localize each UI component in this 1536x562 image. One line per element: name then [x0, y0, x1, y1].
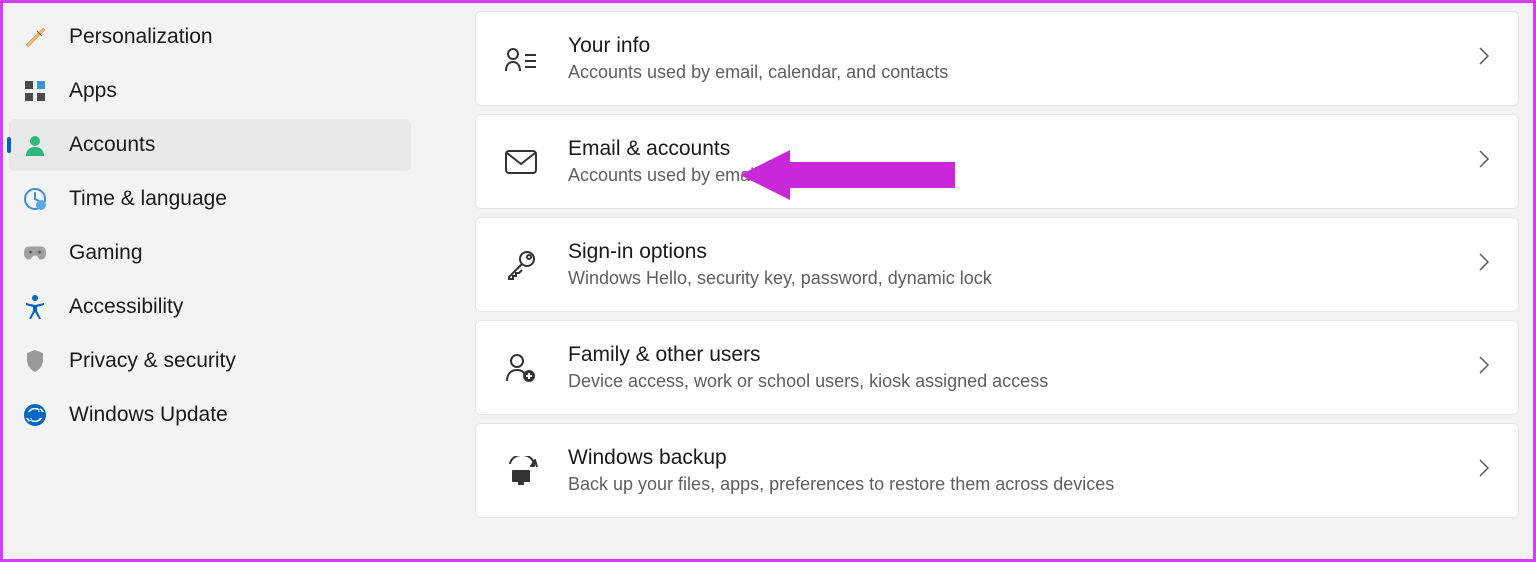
chevron-right-icon [1478, 355, 1490, 380]
card-sign-in-options[interactable]: Sign-in options Windows Hello, security … [475, 217, 1519, 312]
card-description: Back up your files, apps, preferences to… [568, 474, 1448, 495]
sidebar-item-label: Apps [69, 79, 117, 103]
sidebar-item-windows-update[interactable]: Windows Update [9, 389, 411, 441]
card-text: Email & accounts Accounts used by email,… [568, 137, 1448, 186]
card-windows-backup[interactable]: Windows backup Back up your files, apps,… [475, 423, 1519, 518]
card-description: Device access, work or school users, kio… [568, 371, 1448, 392]
sidebar-item-personalization[interactable]: Personalization [9, 11, 411, 63]
key-icon [504, 248, 538, 282]
settings-sidebar: Personalization Apps Accounts Time & lan… [3, 3, 419, 559]
card-text: Family & other users Device access, work… [568, 343, 1448, 392]
sidebar-item-label: Personalization [69, 25, 213, 49]
card-text: Your info Accounts used by email, calend… [568, 34, 1448, 83]
sidebar-item-accounts[interactable]: Accounts [9, 119, 411, 171]
card-description: Windows Hello, security key, password, d… [568, 268, 1448, 289]
card-email-accounts[interactable]: Email & accounts Accounts used by email,… [475, 114, 1519, 209]
update-sync-icon [23, 403, 47, 427]
card-text: Windows backup Back up your files, apps,… [568, 446, 1448, 495]
settings-main-panel: Your info Accounts used by email, calend… [419, 3, 1533, 559]
sidebar-item-label: Gaming [69, 241, 143, 265]
chevron-right-icon [1478, 149, 1490, 174]
person-icon [23, 133, 47, 157]
gamepad-icon [23, 241, 47, 265]
card-text: Sign-in options Windows Hello, security … [568, 240, 1448, 289]
sidebar-item-accessibility[interactable]: Accessibility [9, 281, 411, 333]
card-title: Email & accounts [568, 137, 1448, 161]
person-lines-icon [504, 42, 538, 76]
backup-sync-icon [504, 454, 538, 488]
people-add-icon [504, 351, 538, 385]
card-title: Your info [568, 34, 1448, 58]
card-description: Accounts used by email, calendar, and co… [568, 62, 1448, 83]
envelope-icon [504, 145, 538, 179]
sidebar-item-label: Windows Update [69, 403, 228, 427]
chevron-right-icon [1478, 252, 1490, 277]
card-your-info[interactable]: Your info Accounts used by email, calend… [475, 11, 1519, 106]
card-title: Family & other users [568, 343, 1448, 367]
sidebar-item-label: Accessibility [69, 295, 183, 319]
card-description: Accounts used by email, calendar, and co… [568, 165, 1448, 186]
card-family-other-users[interactable]: Family & other users Device access, work… [475, 320, 1519, 415]
clock-globe-icon [23, 187, 47, 211]
sidebar-item-gaming[interactable]: Gaming [9, 227, 411, 279]
card-title: Sign-in options [568, 240, 1448, 264]
sidebar-item-label: Time & language [69, 187, 227, 211]
card-title: Windows backup [568, 446, 1448, 470]
sidebar-item-label: Privacy & security [69, 349, 236, 373]
shield-icon [23, 349, 47, 373]
sidebar-item-time-language[interactable]: Time & language [9, 173, 411, 225]
chevron-right-icon [1478, 46, 1490, 71]
sidebar-item-label: Accounts [69, 133, 155, 157]
sidebar-item-apps[interactable]: Apps [9, 65, 411, 117]
accessibility-icon [23, 295, 47, 319]
paintbrush-icon [23, 25, 47, 49]
chevron-right-icon [1478, 458, 1490, 483]
sidebar-item-privacy-security[interactable]: Privacy & security [9, 335, 411, 387]
apps-grid-icon [23, 79, 47, 103]
